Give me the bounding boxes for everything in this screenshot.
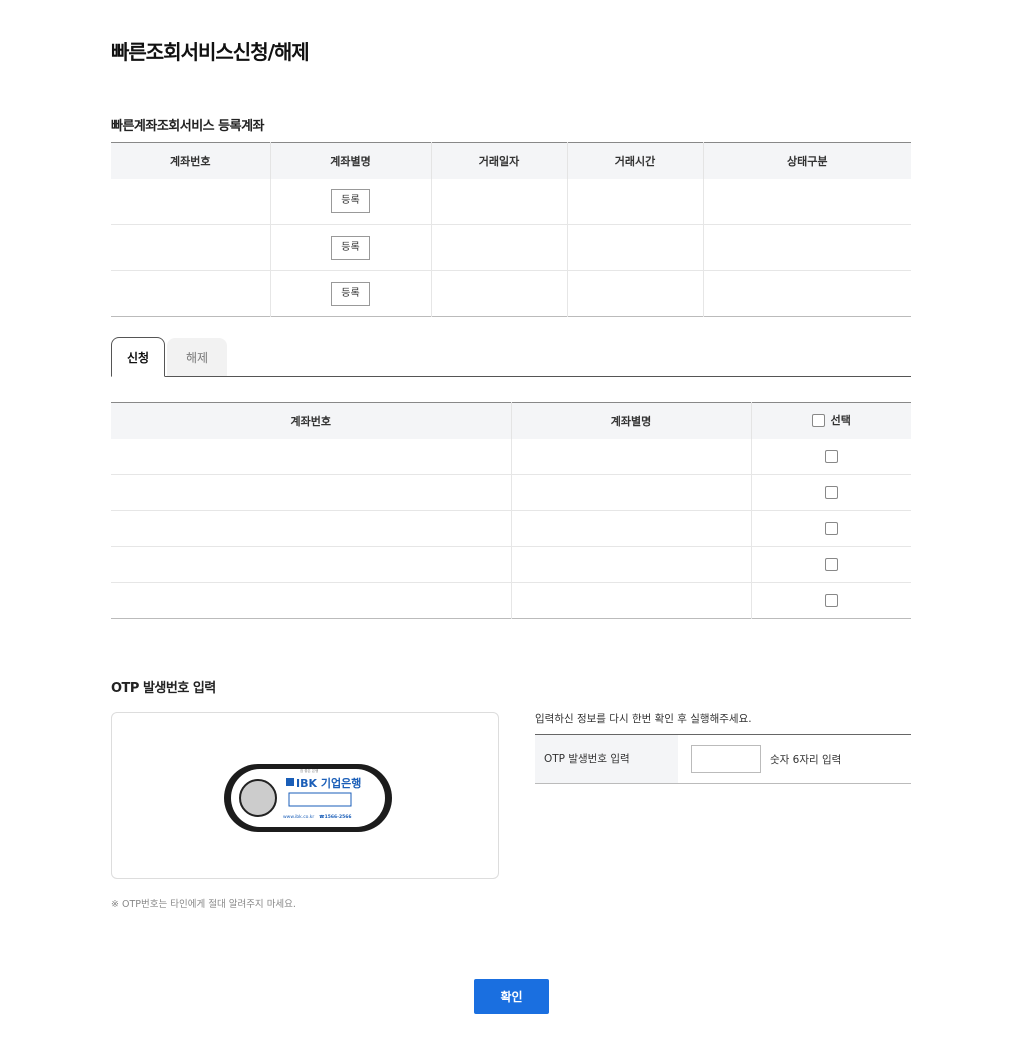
table-row xyxy=(111,438,911,475)
otp-number-input[interactable] xyxy=(691,745,761,773)
confirm-button[interactable]: 확인 xyxy=(474,979,549,1014)
select-all-checkbox[interactable] xyxy=(811,413,825,427)
alias-cell xyxy=(510,582,751,619)
tab-cancel[interactable]: 해제 xyxy=(167,338,227,376)
account-cell xyxy=(111,546,511,583)
date-cell xyxy=(430,270,567,317)
col-account-alias: 계좌별명 xyxy=(269,142,431,179)
table-row: 등록 xyxy=(111,270,911,317)
table-row xyxy=(111,474,911,511)
date-cell xyxy=(430,178,567,225)
register-alias-button[interactable]: 등록 xyxy=(331,281,370,306)
account-cell xyxy=(111,474,511,511)
table-row xyxy=(111,582,911,619)
table-row xyxy=(111,510,911,547)
account-cell xyxy=(111,270,270,317)
account-cell xyxy=(111,510,511,547)
otp-image-panel: 참 좋은 은행 IBK 기업은행 www.ibk.co.kr ☎1566-256… xyxy=(111,712,499,879)
account-cell xyxy=(111,224,270,271)
otp-guide-text: 입력하신 정보를 다시 한번 확인 후 실행해주세요. xyxy=(535,713,752,725)
time-cell xyxy=(566,270,703,317)
status-cell xyxy=(702,224,911,271)
table-row xyxy=(111,546,911,583)
apply-cancel-tabs: 신청 해제 xyxy=(111,337,911,377)
date-cell xyxy=(430,224,567,271)
otp-device-brand: IBK 기업은행 xyxy=(296,776,361,790)
otp-field-label: OTP 발생번호 입력 xyxy=(535,735,678,783)
alias-cell xyxy=(510,438,751,475)
alias-cell xyxy=(510,510,751,547)
status-cell xyxy=(702,178,911,225)
otp-input-hint: 숫자 6자리 입력 xyxy=(770,753,842,766)
row-select-checkbox[interactable] xyxy=(824,594,838,608)
row-select-checkbox[interactable] xyxy=(824,450,838,463)
account-cell xyxy=(111,179,270,225)
col-select: 선택 xyxy=(830,414,851,427)
registered-accounts-title: 빠른계좌조회서비스 등록계좌 xyxy=(111,119,265,134)
select-all[interactable]: 선택 xyxy=(811,412,851,428)
row-select-checkbox[interactable] xyxy=(824,522,838,536)
time-cell xyxy=(566,224,703,271)
otp-device-phone: ☎1566-2566 xyxy=(319,814,352,820)
col-account-alias: 계좌별명 xyxy=(510,402,751,439)
otp-device-url: www.ibk.co.kr xyxy=(283,814,314,820)
status-cell xyxy=(702,270,911,317)
otp-warning-note: ※ OTP번호는 타인에게 절대 알려주지 마세요. xyxy=(111,899,296,910)
otp-section-title: OTP 발생번호 입력 xyxy=(111,681,216,696)
otp-device-image: 참 좋은 은행 IBK 기업은행 www.ibk.co.kr ☎1566-256… xyxy=(224,764,392,832)
col-account-number: 계좌번호 xyxy=(111,402,511,439)
alias-cell xyxy=(510,474,751,511)
col-account-number: 계좌번호 xyxy=(111,142,270,179)
alias-cell xyxy=(510,546,751,583)
col-transaction-time: 거래시간 xyxy=(566,142,703,179)
tab-apply[interactable]: 신청 xyxy=(111,337,165,377)
page-title: 빠른조회서비스신청/해제 xyxy=(111,40,310,64)
row-select-checkbox[interactable] xyxy=(824,486,838,500)
account-selection-table: 계좌번호 계좌별명 선택 xyxy=(111,402,911,619)
register-alias-button[interactable]: 등록 xyxy=(331,235,370,260)
table-row: 등록 xyxy=(111,224,911,271)
account-cell xyxy=(111,582,511,619)
otp-device-tagline: 참 좋은 은행 xyxy=(300,768,318,773)
col-transaction-date: 거래일자 xyxy=(430,142,567,179)
otp-input-row: OTP 발생번호 입력 숫자 6자리 입력 xyxy=(535,734,911,784)
table-row: 등록 xyxy=(111,178,911,225)
time-cell xyxy=(566,178,703,225)
account-cell xyxy=(111,439,511,475)
register-alias-button[interactable]: 등록 xyxy=(331,189,370,214)
registered-accounts-table: 계좌번호 계좌별명 거래일자 거래시간 상태구분 등록 등록 등록 xyxy=(111,142,911,317)
row-select-checkbox[interactable] xyxy=(824,558,838,572)
col-status: 상태구분 xyxy=(702,142,911,179)
